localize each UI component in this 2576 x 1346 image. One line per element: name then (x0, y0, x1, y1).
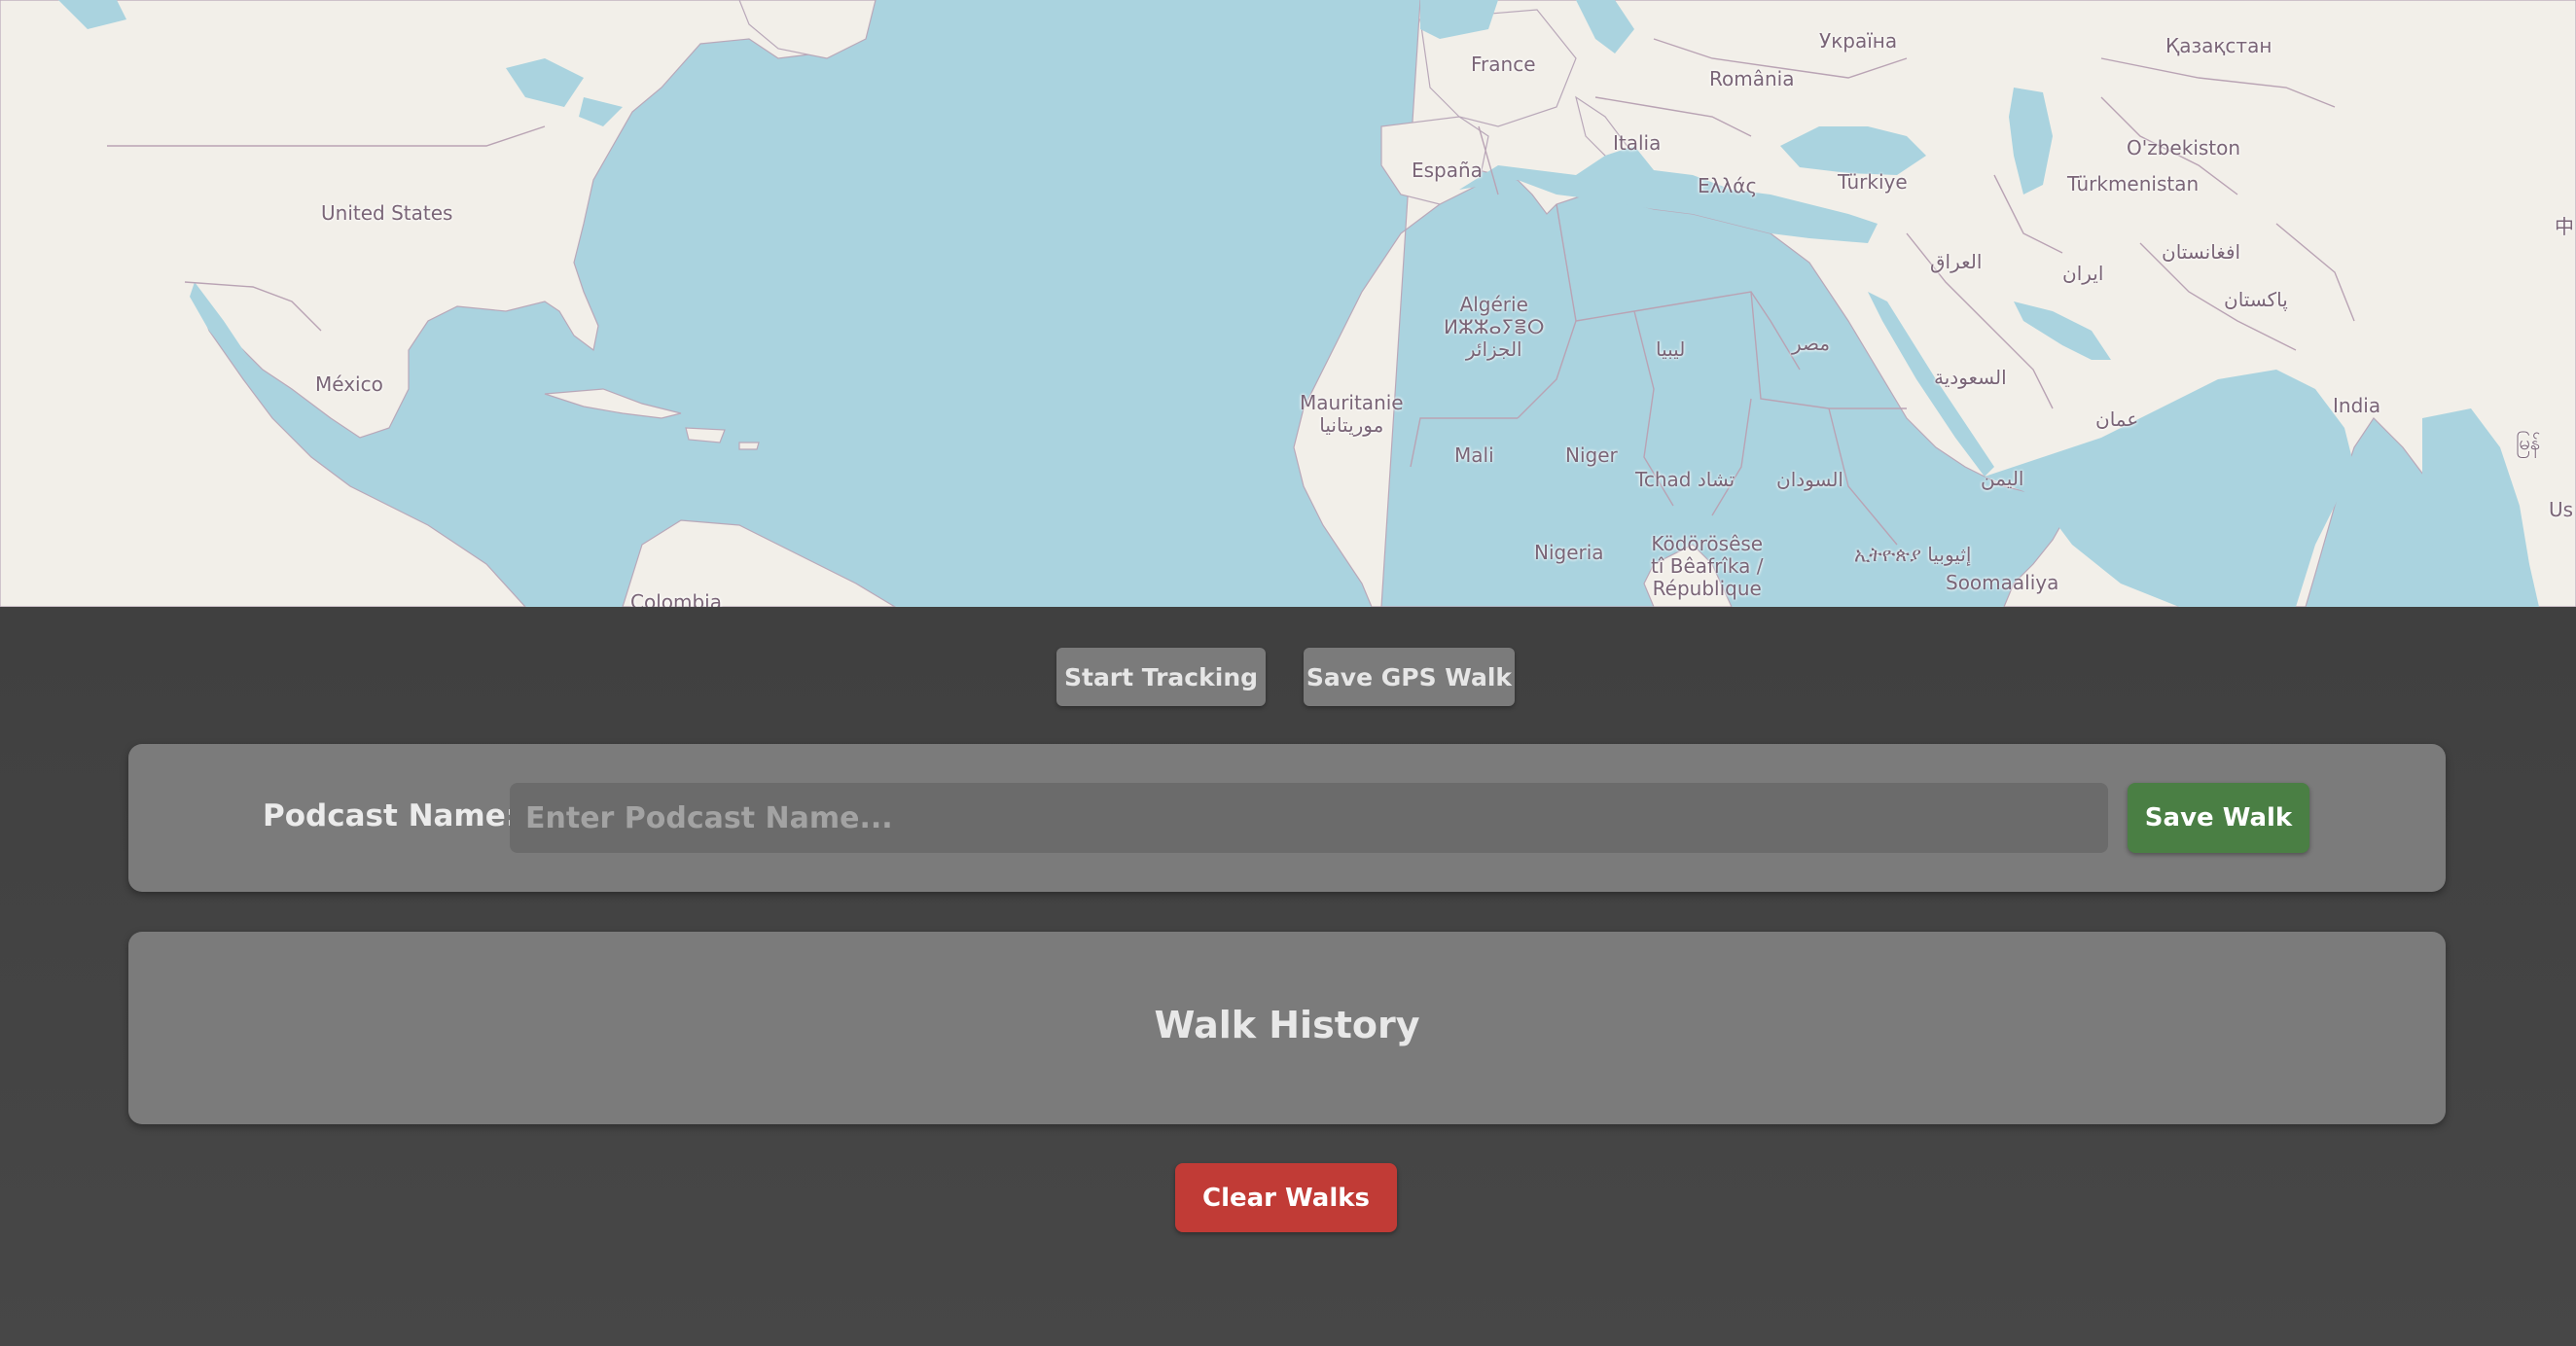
label-turkmenistan: Türkmenistan (2067, 172, 2200, 195)
label-united-states: United States (321, 201, 453, 225)
label-somalia: Soomaaliya (1946, 571, 2059, 594)
save-walk-button[interactable]: Save Walk (2128, 783, 2309, 853)
save-gps-walk-button[interactable]: Save GPS Walk (1304, 648, 1515, 706)
label-turkiye: Türkiye (1838, 170, 1908, 194)
label-espana: España (1412, 159, 1483, 182)
podcast-card: Podcast Name: Save Walk (128, 744, 2446, 892)
world-map[interactable]: United States México Colombia France Esp… (0, 0, 2576, 607)
start-tracking-button[interactable]: Start Tracking (1056, 648, 1266, 706)
label-niger: Niger (1565, 443, 1618, 467)
land-north-america (0, 0, 877, 607)
label-mauritanie: Mauritanie موريتانيا (1300, 391, 1404, 437)
label-india: India (2333, 394, 2381, 417)
podcast-name-label: Podcast Name: (263, 798, 519, 833)
label-nigeria: Nigeria (1534, 541, 1604, 564)
label-mali: Mali (1454, 443, 1494, 467)
label-myanmar: မြန် (2516, 431, 2541, 454)
label-mexico: México (315, 372, 383, 396)
label-romania: România (1709, 67, 1795, 90)
label-us-edge: Us (2549, 498, 2574, 521)
label-algerie: Algérie ⵍⵣⵣⴰⵢⴻⵔ الجزائر (1444, 293, 1545, 361)
label-ellas: Ελλάς (1698, 174, 1758, 197)
label-colombia: Colombia (630, 590, 722, 608)
label-france: France (1471, 53, 1536, 76)
label-ethiopia: ኢትዮጵያ إثيوبيا (1854, 543, 1972, 566)
land-caribbean (544, 388, 682, 419)
walk-history-panel: Walk History (128, 932, 2446, 1124)
label-saudi: السعودية (1934, 366, 2007, 389)
label-italia: Italia (1613, 131, 1662, 155)
label-oman: عمان (2095, 407, 2139, 431)
walk-history-title: Walk History (1154, 1004, 1420, 1046)
label-ozbekiston: O'zbekiston (2127, 136, 2241, 159)
map-tiles (0, 0, 2576, 607)
label-kazakhstan: Қазақстан (2165, 34, 2272, 57)
label-china: 中 (2555, 215, 2574, 238)
label-yemen: اليمن (1981, 467, 2024, 490)
clear-walks-button[interactable]: Clear Walks (1175, 1163, 1397, 1232)
label-tchad: Tchad تشاد (1635, 468, 1735, 491)
label-pakistan: پاکستان (2224, 288, 2288, 311)
label-sudan: السودان (1776, 468, 1843, 491)
label-kodorosese: Ködörösêse tî Bêafrîka / République (1651, 532, 1764, 600)
label-iraq: العراق (1930, 250, 1983, 273)
label-libya: ليبيا (1656, 337, 1686, 361)
label-egypt: مصر (1792, 332, 1831, 355)
podcast-name-input[interactable] (510, 783, 2108, 853)
label-ukraina: Україна (1819, 29, 1898, 53)
label-afghanistan: افغانستان (2162, 240, 2241, 264)
label-iran: ایران (2062, 262, 2104, 285)
